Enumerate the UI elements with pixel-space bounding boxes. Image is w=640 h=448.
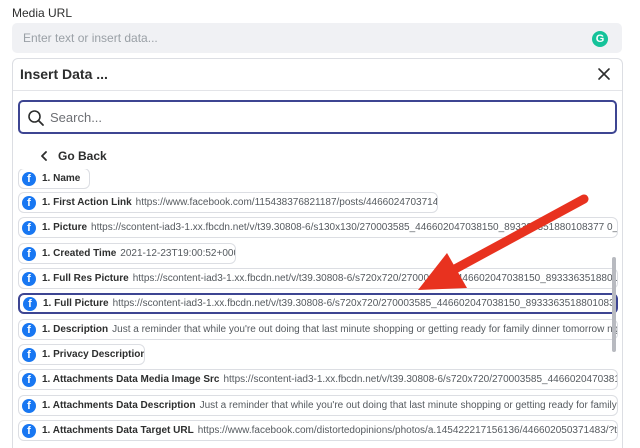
list-item[interactable]: f 1. Attachments Data Target URL https://w… [18, 420, 618, 441]
list-item-label: 1. Attachments Data Description [42, 400, 196, 411]
list-item[interactable]: f 1. Name [18, 169, 90, 189]
search-box[interactable] [18, 100, 617, 134]
search-input[interactable] [50, 106, 590, 128]
list-item-label: 1. Attachments Data Media Image Src [42, 374, 220, 385]
facebook-icon: f [22, 347, 36, 362]
list-item-value: Just a reminder that while you're out do… [112, 324, 618, 335]
list-item-value: https://www.facebook.com/115438376821187… [135, 197, 438, 208]
list-scrollbar[interactable] [612, 257, 616, 352]
list-item-label: 1. Full Res Picture [42, 273, 129, 284]
facebook-icon: f [22, 195, 36, 210]
media-url-label: Media URL [12, 6, 73, 20]
list-item[interactable]: f 1. Full Res Picture https://scontent-iad… [18, 268, 618, 289]
facebook-icon: f [22, 398, 36, 413]
media-url-placeholder: Enter text or insert data... [23, 31, 158, 45]
list-item-value: https://www.facebook.com/distortedopinio… [197, 425, 618, 436]
list-item-value: 2021-12-23T19:00:52+0000 [120, 248, 236, 259]
list-item[interactable]: f 1. Created Time 2021-12-23T19:00:52+0000 [18, 243, 236, 264]
list-item-label: 1. Name [42, 173, 81, 184]
facebook-icon: f [22, 271, 36, 286]
close-icon[interactable] [596, 66, 612, 82]
search-icon [28, 110, 44, 126]
list-item-label: 1. Full Picture [43, 298, 109, 309]
list-item-value: https://scontent-iad3-1.xx.fbcdn.net/v/t… [132, 273, 618, 284]
go-back-button[interactable]: Go Back [40, 149, 107, 163]
list-item[interactable]: f 1. First Action Link https://www.faceboo… [18, 192, 438, 213]
list-item[interactable]: f 1. Attachments Data Description Just a r… [18, 395, 618, 416]
facebook-icon: f [22, 372, 36, 387]
list-item-label: 1. Privacy Description [42, 349, 145, 360]
list-item[interactable]: f 1. Description Just a reminder that whil… [18, 319, 618, 340]
list-item-value: Just a reminder that while you're out do… [199, 400, 618, 411]
facebook-icon: f [22, 322, 36, 337]
list-item-label: 1. Attachments Data Target URL [42, 425, 194, 436]
media-url-input[interactable]: Enter text or insert data... G [12, 23, 622, 53]
list-item-value: https://scontent-iad3-1.xx.fbcdn.net/v/t… [112, 298, 618, 309]
list-item-label: 1. Description [42, 324, 109, 335]
insert-data-panel: Insert Data ... Go Back f 1. Name f 1. Firs… [12, 58, 623, 448]
data-list: f 1. Name f 1. First Action Link https://www… [18, 169, 618, 448]
facebook-icon: f [23, 296, 37, 311]
list-item-label: 1. Picture [42, 222, 88, 233]
panel-title: Insert Data ... [20, 66, 108, 82]
chevron-left-icon [41, 151, 47, 161]
list-item-label: 1. First Action Link [42, 197, 132, 208]
facebook-icon: f [22, 220, 36, 235]
list-item[interactable]: f 1. Picture https://scontent-iad3-1.xx.fb… [18, 217, 618, 238]
panel-header: Insert Data ... [13, 59, 622, 91]
list-item-value: https://scontent-iad3-1.xx.fbcdn.net/v/t… [223, 374, 618, 385]
go-back-label: Go Back [58, 149, 107, 163]
facebook-icon: f [22, 171, 36, 186]
list-item-label: 1. Created Time [42, 248, 117, 259]
grammarly-icon[interactable]: G [592, 31, 608, 47]
list-item[interactable]: f 1. Attachments Data Media Image Src http… [18, 369, 618, 390]
facebook-icon: f [22, 246, 36, 261]
facebook-icon: f [22, 423, 36, 438]
list-item[interactable]: f 1. Privacy Description [18, 344, 145, 365]
list-item[interactable]: f 1. Full Picture https://scontent-iad3-1.… [18, 293, 618, 314]
list-item-value: https://scontent-iad3-1.xx.fbcdn.net/v/t… [91, 222, 618, 233]
